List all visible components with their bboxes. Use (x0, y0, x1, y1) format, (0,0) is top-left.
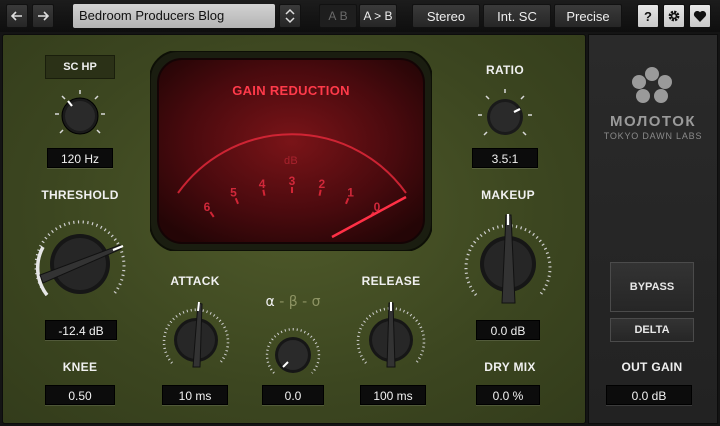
attack-knob[interactable] (158, 293, 234, 379)
meter-scale-label: 1 (347, 186, 354, 200)
arrow-left-icon (11, 11, 22, 21)
copy-a-to-b-button[interactable]: A > B (359, 4, 397, 28)
knee-value[interactable]: 0.50 (45, 385, 115, 405)
arrow-right-icon (38, 11, 49, 21)
preset-name-field[interactable]: Bedroom Producers Blog (73, 4, 275, 28)
settings-button[interactable] (663, 4, 685, 28)
ratio-value[interactable]: 3.5:1 (472, 148, 538, 168)
mode-sigma[interactable]: σ (312, 294, 321, 310)
release-value[interactable]: 100 ms (360, 385, 426, 405)
threshold-knob[interactable] (25, 207, 135, 312)
meter-scale-label: 6 (204, 200, 211, 214)
out-gain-label: OUT GAIN (621, 360, 683, 374)
meter-unit-label: dB (283, 155, 299, 167)
sc-hp-knob[interactable] (48, 86, 112, 146)
ab-b-label: B (339, 9, 348, 23)
bypass-button[interactable]: BYPASS (610, 262, 694, 312)
release-label: RELEASE (361, 274, 421, 288)
gain-reduction-meter: 654 3 210 (150, 51, 432, 251)
molotok-logo-icon (632, 67, 672, 103)
makeup-label: MAKEUP (481, 188, 535, 202)
meter-scale-label: 4 (259, 177, 266, 191)
gear-icon (668, 10, 680, 22)
top-toolbar: Bedroom Producers Blog A B A > B Stereo … (0, 0, 720, 32)
makeup-value[interactable]: 0.0 dB (476, 320, 540, 340)
mode-sep-1: - (279, 294, 285, 310)
ab-toggle-button[interactable]: A B (319, 4, 357, 28)
release-knob[interactable] (352, 293, 430, 379)
ratio-label: RATIO (486, 63, 524, 77)
previous-preset-button[interactable] (6, 4, 28, 28)
mode-sep-2: - (302, 294, 308, 310)
meter-scale-label: 3 (289, 174, 296, 188)
mode-knob[interactable] (260, 323, 326, 383)
ab-a-label: A (328, 9, 337, 23)
sc-hp-value[interactable]: 120 Hz (47, 148, 113, 168)
threshold-label: THRESHOLD (41, 188, 119, 202)
dry-mix-value[interactable]: 0.0 % (476, 385, 540, 405)
next-preset-button[interactable] (32, 4, 54, 28)
brand-name: МОЛОТОК (609, 113, 697, 130)
help-button[interactable]: ? (637, 4, 659, 28)
gain-reduction-title: GAIN REDUCTION (232, 83, 350, 98)
attack-label: ATTACK (170, 274, 220, 288)
sc-hp-button[interactable]: SC HP (45, 55, 115, 79)
mode-selector[interactable]: α - β - σ (262, 294, 324, 310)
mode-alpha[interactable]: α (266, 294, 275, 310)
mode-value[interactable]: 0.0 (262, 385, 324, 405)
meter-scale-label: 2 (319, 177, 326, 191)
stereo-mode-button[interactable]: Stereo (412, 4, 480, 28)
makeup-knob[interactable] (458, 207, 558, 312)
meter-scale-label: 5 (230, 186, 237, 200)
favorite-button[interactable] (689, 4, 711, 28)
precision-mode-button[interactable]: Precise (554, 4, 622, 28)
heart-icon (693, 10, 707, 22)
mode-beta[interactable]: β (289, 294, 298, 310)
knee-label: KNEE (62, 360, 98, 374)
out-gain-value[interactable]: 0.0 dB (606, 385, 692, 405)
brand-company: TOKYO DAWN LABS (603, 131, 703, 141)
ratio-knob[interactable] (472, 84, 538, 146)
delta-button[interactable]: DELTA (610, 318, 694, 342)
attack-value[interactable]: 10 ms (162, 385, 228, 405)
up-down-arrows-icon (285, 8, 295, 24)
dry-mix-label: DRY MIX (484, 360, 536, 374)
internal-sidechain-button[interactable]: Int. SC (483, 4, 551, 28)
threshold-value[interactable]: -12.4 dB (45, 320, 117, 340)
preset-stepper[interactable] (279, 4, 301, 28)
